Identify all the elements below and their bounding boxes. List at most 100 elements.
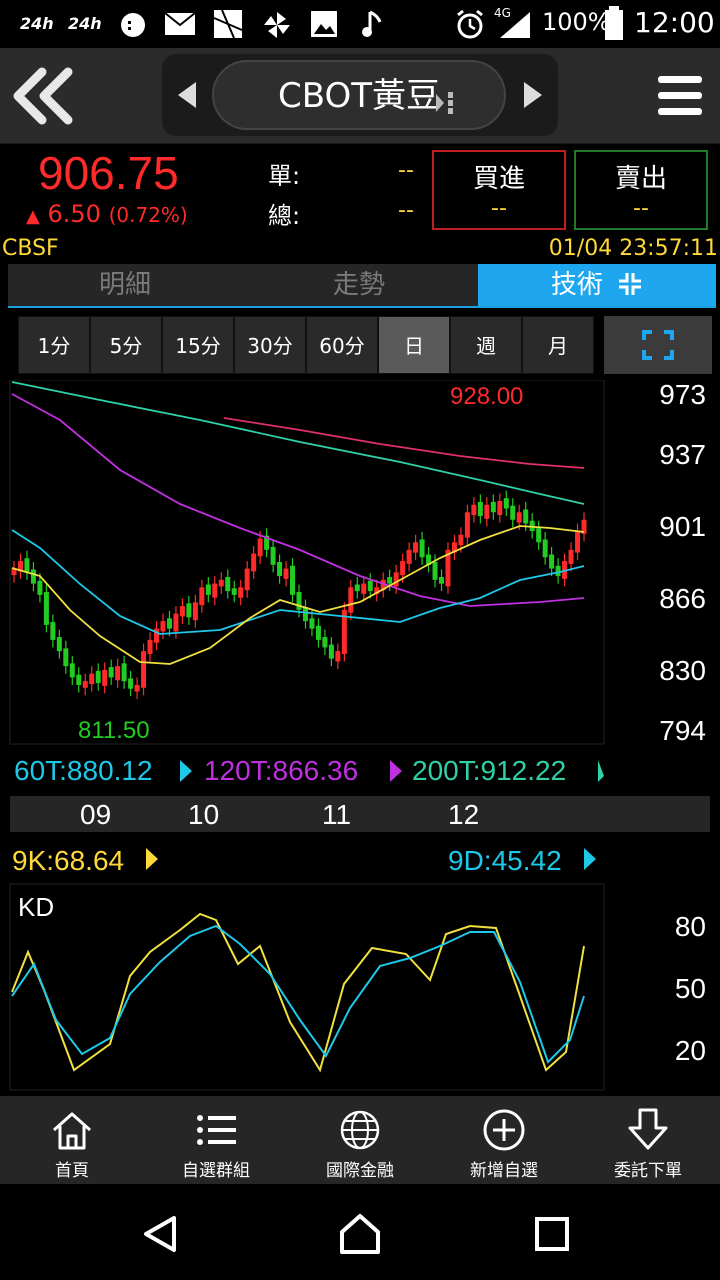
chat-icon [121,13,145,37]
candle-body [387,577,393,584]
single-volume-value: -- [398,158,414,183]
period-60min-button[interactable]: 60分 [306,316,378,374]
kd-y-tick: 50 [675,973,706,1004]
candle-body [536,528,542,543]
candle-body [205,584,211,595]
technical-chart: 928.00 811.50 973 937 901 866 830 794 60… [0,379,720,1092]
nav-watchlist-groups-label: 自選群組 [182,1161,250,1181]
fullscreen-icon [642,330,674,360]
candle-body [199,587,205,606]
y-tick-label: 901 [659,511,706,542]
candle-body [50,622,56,640]
candle-body [63,648,69,667]
candle-body [283,568,289,579]
hamburger-menu-icon[interactable] [658,72,702,120]
expand-icon [436,92,453,114]
candle-body [108,667,114,678]
month-label: 11 [322,799,351,830]
candle-body [309,618,315,629]
period-5min-button[interactable]: 5分 [90,316,162,374]
globe-icon [340,1110,380,1150]
period-selector: 1分 5分 15分 30分 60分 日 週 月 [8,312,716,380]
next-symbol-icon[interactable] [522,80,544,110]
tab-technical[interactable]: 技術 [478,264,716,306]
candle-body [192,602,198,621]
total-volume-label: 總: [268,202,301,230]
candle-body [542,539,548,558]
24-hour-icon: 24h [20,14,54,33]
y-tick-label: 830 [659,655,706,686]
period-30min-button[interactable]: 30分 [234,316,306,374]
candle-body [497,500,503,516]
nav-place-order[interactable]: 委託下單 [576,1096,720,1184]
k-value-label: 9K:68.64 [12,845,124,876]
battery-percent: 100% [542,8,611,36]
candle-body [186,603,192,618]
candle-body [296,592,302,610]
candle-body [24,558,30,573]
sell-button[interactable]: 賣出 -- [574,150,708,230]
nav-watchlist-groups[interactable]: 自選群組 [144,1096,288,1184]
period-week-button[interactable]: 週 [450,316,522,374]
nav-home[interactable]: 首頁 [0,1096,144,1184]
candle-body [244,568,250,591]
list-icon [197,1115,236,1145]
collapse-icon [619,273,642,295]
symbol-selector: CBOT黃豆 [162,54,558,136]
period-15min-button[interactable]: 15分 [162,316,234,374]
music-icon [362,10,382,37]
buy-value: -- [491,196,507,221]
nav-place-order-label: 委託下單 [614,1161,682,1181]
signal-icon [500,12,530,38]
candle-body [270,546,276,565]
candle-body [76,674,82,685]
ma60-label: 60T:880.12 [14,755,153,786]
period-month-button[interactable]: 月 [522,316,594,374]
tab-trend[interactable]: 走勢 [242,264,476,306]
change-percent: (0.72%) [108,203,188,227]
d-value-label: 9D:45.42 [448,845,562,876]
tab-detail[interactable]: 明細 [8,264,242,306]
candle-body [218,579,224,587]
exchange-code: CBSF [2,236,59,261]
candle-body [328,644,334,659]
candle-body [348,587,354,613]
sell-label: 賣出 [614,164,667,194]
mail-icon [164,12,196,35]
single-volume-label: 單: [268,162,301,190]
month-axis-bar [10,796,710,832]
gallery-icon [213,9,243,39]
candle-body [490,501,496,513]
nav-international-finance[interactable]: 國際金融 [288,1096,432,1184]
info-bar: CBSF 01/04 23:57:11 [0,236,720,264]
candle-body [82,681,88,688]
candle-body [231,588,237,595]
candle-body [315,625,321,640]
candle-body [179,606,185,617]
clock: 12:00 [634,6,715,39]
period-1min-button[interactable]: 1分 [18,316,90,374]
period-day-button[interactable]: 日 [378,316,450,374]
candle-body [134,684,140,692]
ma120-label: 120T:866.36 [204,755,358,786]
candle-body [354,584,360,592]
candle-body [503,498,509,509]
y-tick-label: 973 [659,380,706,410]
candle-body [549,554,555,569]
back-double-chevron-icon[interactable] [8,66,78,126]
back-icon[interactable] [140,1214,180,1254]
candle-body [516,512,522,523]
buy-button[interactable]: 買進 -- [432,150,566,230]
fullscreen-button[interactable] [604,316,712,374]
month-label: 09 [80,799,111,830]
candle-body [69,663,75,678]
nav-add-watchlist[interactable]: 新增自選 [432,1096,576,1184]
prev-symbol-icon[interactable] [176,80,198,110]
home-icon[interactable] [338,1212,382,1256]
quote-datetime: 01/04 23:57:11 [548,236,718,261]
technical-chart-area: 928.00 811.50 973 937 901 866 830 794 60… [0,379,720,1092]
price-change: ▲ 6.50 (0.72%) [26,200,188,228]
recents-icon[interactable] [534,1216,570,1252]
symbol-title-pill[interactable]: CBOT黃豆 [212,60,506,130]
add-circle-icon [483,1109,525,1151]
